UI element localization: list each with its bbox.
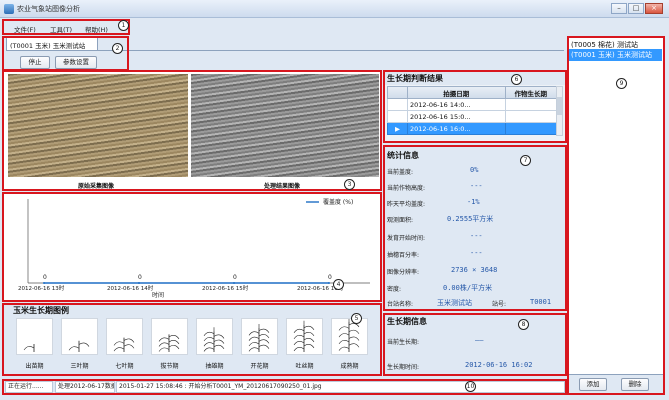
restore-button[interactable]: □ — [628, 3, 644, 14]
annotation-box-7 — [383, 145, 567, 311]
marker-2: 2 — [112, 43, 123, 54]
marker-6: 6 — [511, 74, 522, 85]
annotation-box-10 — [2, 379, 567, 395]
annotation-box-8 — [383, 313, 567, 376]
marker-7: 7 — [520, 155, 531, 166]
window-title: 农业气象站图像分析 — [17, 5, 80, 13]
marker-5: 5 — [351, 313, 362, 324]
minimize-button[interactable]: – — [611, 3, 627, 14]
marker-3: 3 — [344, 179, 355, 190]
annotation-box-9 — [567, 36, 665, 395]
marker-1: 1 — [118, 20, 129, 31]
marker-4: 4 — [333, 279, 344, 290]
title-bar: 农业气象站图像分析 – □ × — [0, 0, 669, 18]
annotation-box-6 — [383, 70, 567, 143]
annotation-box-1 — [2, 19, 130, 35]
app-icon — [4, 4, 14, 14]
marker-10: 10 — [465, 381, 476, 392]
marker-9: 9 — [616, 78, 627, 89]
close-button[interactable]: × — [645, 3, 663, 14]
annotation-box-2 — [2, 36, 129, 71]
annotation-box-5 — [2, 303, 382, 376]
annotation-box-3 — [2, 70, 382, 191]
marker-8: 8 — [518, 319, 529, 330]
annotation-box-4 — [2, 192, 382, 302]
